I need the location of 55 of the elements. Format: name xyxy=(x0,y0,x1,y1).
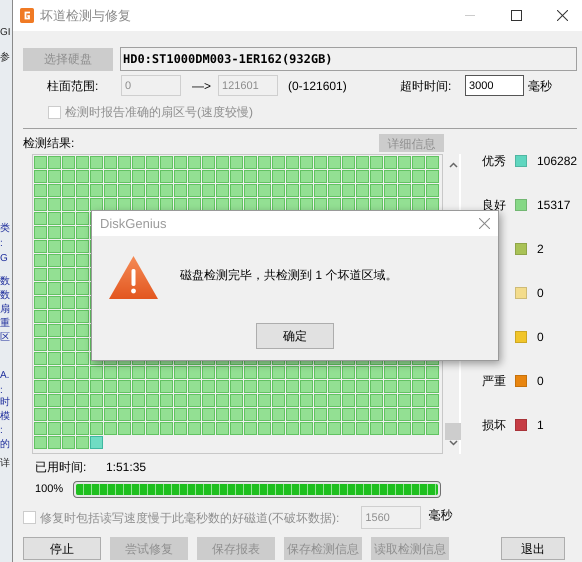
background-link-text: : xyxy=(0,385,3,396)
results-label: 检测结果: xyxy=(23,135,74,152)
background-link-text: 时 xyxy=(0,397,10,408)
background-link-text: 的 xyxy=(0,439,10,450)
legend-label: 严重 xyxy=(482,374,506,388)
background-link-text: 类 xyxy=(0,223,10,234)
legend-count: 2 xyxy=(537,241,544,258)
timeout-label: 超时时间: xyxy=(400,78,452,94)
legend-count: 0 xyxy=(537,329,544,346)
app-logo-icon xyxy=(20,8,34,23)
legend-label: 损坏 xyxy=(482,418,506,432)
checkbox-label: 检测时报告准确的扇区号(速度较慢) xyxy=(65,104,253,121)
window-title: 坏道检测与修复 xyxy=(40,6,132,25)
cylinder-range-label: 柱面范围: xyxy=(47,78,100,94)
warning-icon xyxy=(109,256,158,299)
background-link-text: 区 xyxy=(0,332,10,343)
action-button[interactable]: 停止 xyxy=(23,537,101,560)
background-link-text: A. xyxy=(0,370,10,381)
timeout-field[interactable]: 3000 xyxy=(465,75,524,96)
dialog-title: DiskGenius xyxy=(100,214,166,233)
elapsed-label: 已用时间: xyxy=(35,459,88,476)
unit-text: 毫秒 xyxy=(528,78,552,94)
close-icon[interactable] xyxy=(556,10,568,21)
progress-percent: 100% xyxy=(35,482,64,498)
legend-label: 优秀 xyxy=(482,154,506,168)
ok-button[interactable]: 确定 xyxy=(256,323,334,349)
legend-count: 0 xyxy=(537,285,544,302)
unit-text: 毫秒 xyxy=(428,506,452,524)
disk-name-field: HD0:ST1000DM003-1ER162(932GB) xyxy=(120,47,578,71)
dialog-message: 磁盘检测完毕，共检测到 1 个坏道区域。 xyxy=(180,267,398,284)
checkbox-label: 修复时包括读写速度慢于此毫秒数的好磁道(不破坏数据): xyxy=(40,510,340,526)
legend-count: 106282 xyxy=(537,153,578,170)
scroll-thumb[interactable] xyxy=(445,423,461,440)
background-text: 详 xyxy=(0,458,10,469)
scroll-up-icon[interactable] xyxy=(448,162,458,168)
action-button[interactable]: 退出 xyxy=(501,537,565,560)
range-hint: (0-121601) xyxy=(288,78,348,94)
elapsed-time: 1:51:35 xyxy=(106,459,146,476)
background-link-text: 扇 xyxy=(0,304,10,315)
legend-label: 良好 xyxy=(482,198,506,212)
maximize-icon[interactable] xyxy=(510,10,522,21)
background-link-text: 数 xyxy=(0,290,10,301)
background-link-text: 数 xyxy=(0,276,10,287)
legend-count: 15317 xyxy=(537,197,570,214)
legend-count: 1 xyxy=(537,417,544,434)
background-text: GI xyxy=(0,27,11,38)
background-link-text: 模 xyxy=(0,411,10,422)
scroll-down-icon[interactable] xyxy=(448,440,458,446)
background-link-text: : xyxy=(0,238,3,249)
background-link-text: G xyxy=(0,253,8,264)
background-link-text: : xyxy=(0,425,3,436)
background-text: 参 xyxy=(0,52,10,63)
arrow-text: —> xyxy=(192,78,212,94)
legend-count: 0 xyxy=(537,373,544,390)
background-link-text: 重 xyxy=(0,318,10,329)
